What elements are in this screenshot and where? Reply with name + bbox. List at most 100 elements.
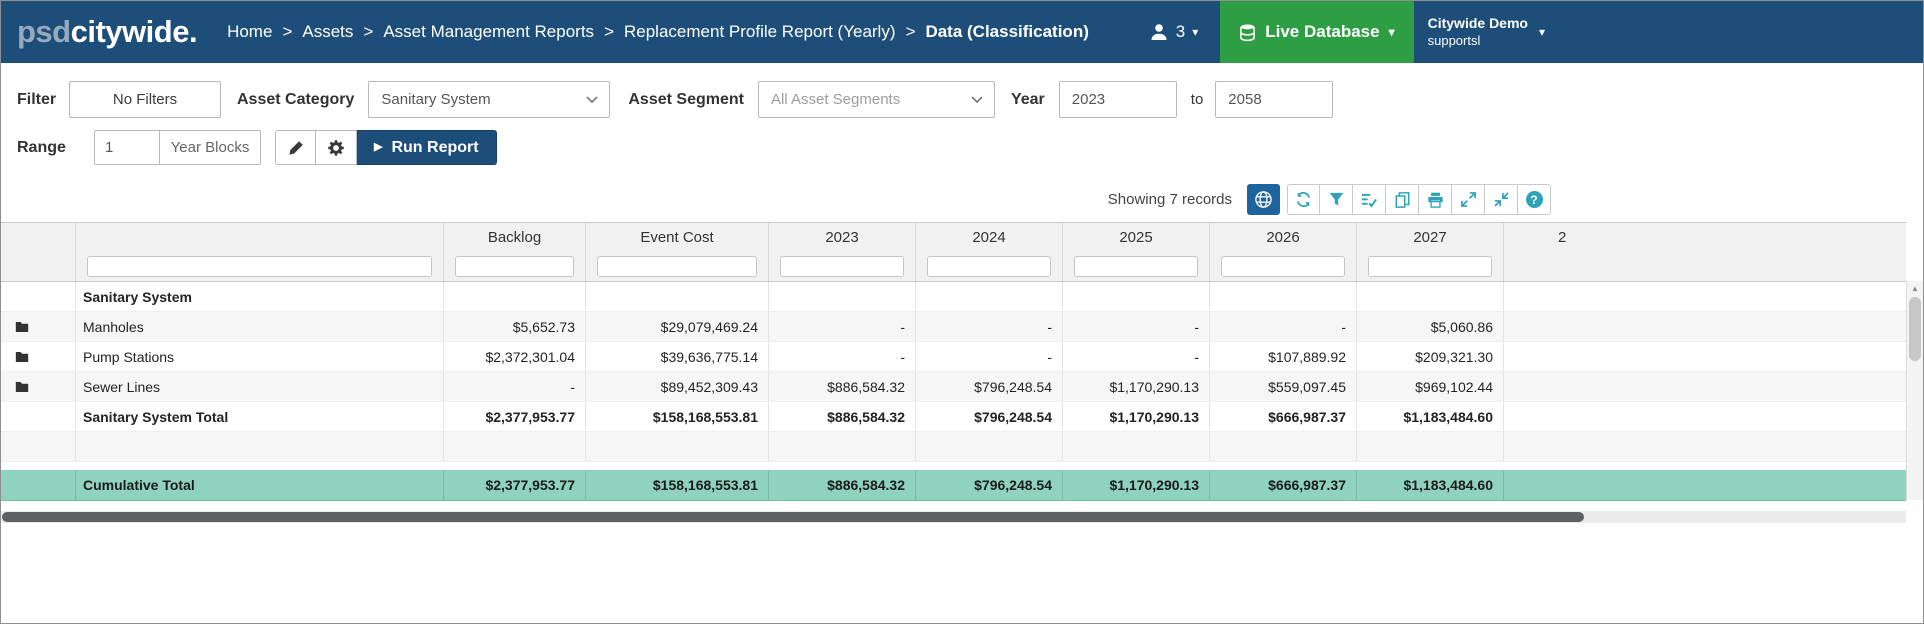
value-cell: $209,321.30 — [1357, 342, 1504, 371]
row-icon-cell — [1, 372, 76, 401]
value-cell: $796,248.54 — [916, 402, 1063, 431]
table-row[interactable] — [1, 432, 1906, 462]
value-cell — [769, 432, 916, 461]
account-username: supportsl — [1428, 33, 1528, 50]
edit-button[interactable] — [275, 130, 316, 165]
column-header-backlog[interactable]: Backlog — [444, 223, 586, 252]
column-filter-input[interactable] — [87, 256, 432, 277]
account-menu[interactable]: Citywide Demo supportsl ▾ — [1414, 1, 1559, 63]
row-icon-cell — [1, 402, 76, 431]
live-database-label: Live Database — [1265, 22, 1379, 42]
asset-segment-select[interactable]: All Asset Segments — [758, 81, 995, 118]
column-filter-input[interactable] — [597, 256, 757, 277]
filter-button[interactable] — [1320, 184, 1353, 215]
value-cell — [586, 282, 769, 311]
breadcrumb-separator: > — [363, 22, 373, 42]
column-check-icon — [1361, 192, 1377, 208]
psd-citywide-logo[interactable]: psd citywide. — [17, 1, 197, 63]
column-filter-input[interactable] — [1074, 256, 1198, 277]
breadcrumb-separator: > — [906, 22, 916, 42]
scroll-up-arrow[interactable]: ▲ — [1907, 281, 1923, 296]
filler-cell — [1504, 470, 1906, 500]
maximize-button[interactable] — [1452, 184, 1485, 215]
app-window: psd citywide. Home > Assets > Asset Manageme… — [0, 0, 1924, 624]
column-header-2023[interactable]: 2023 — [769, 223, 916, 252]
value-cell: $89,452,309.43 — [586, 372, 769, 401]
breadcrumb-item[interactable]: Asset Management Reports — [383, 22, 594, 42]
copy-button[interactable] — [1386, 184, 1419, 215]
asset-name-cell: Cumulative Total — [76, 470, 444, 500]
grid-toolbar: Showing 7 records — [1, 177, 1923, 222]
asset-name-cell: Sanitary System Total — [76, 402, 444, 431]
refresh-button[interactable] — [1287, 184, 1320, 215]
year-to-input[interactable] — [1215, 81, 1333, 118]
table-row[interactable]: Sewer Lines-$89,452,309.43$886,584.32$79… — [1, 372, 1906, 402]
row-icon-cell — [1, 282, 76, 311]
range-input[interactable] — [94, 130, 160, 165]
value-cell: $666,987.37 — [1210, 402, 1357, 431]
database-icon — [1239, 23, 1256, 42]
horizontal-scrollbar-thumb[interactable] — [2, 512, 1584, 522]
row-icon-cell — [1, 470, 76, 500]
asset-category-label: Asset Category — [237, 91, 354, 109]
year-label: Year — [1011, 91, 1045, 109]
value-cell: - — [1210, 312, 1357, 341]
value-cell — [1210, 282, 1357, 311]
value-cell: $39,636,775.14 — [586, 342, 769, 371]
user-menu[interactable]: 3 ▾ — [1127, 1, 1221, 63]
column-header-2026[interactable]: 2026 — [1210, 223, 1357, 252]
vertical-scrollbar-thumb[interactable] — [1909, 297, 1921, 361]
column-header-event-cost[interactable]: Event Cost — [586, 223, 769, 252]
user-icon — [1149, 23, 1169, 41]
play-icon: ▶ — [374, 142, 382, 153]
column-filter-input[interactable] — [455, 256, 574, 277]
column-header-2027[interactable]: 2027 — [1357, 223, 1504, 252]
asset-category-select[interactable]: Sanitary System — [368, 81, 610, 118]
column-filter-input[interactable] — [780, 256, 904, 277]
year-from-input[interactable] — [1059, 81, 1177, 118]
value-cell: $886,584.32 — [769, 470, 916, 500]
filter-cell — [444, 252, 586, 281]
breadcrumb-item[interactable]: Data (Classification) — [925, 22, 1088, 42]
live-database-button[interactable]: Live Database ▾ — [1220, 1, 1413, 63]
table-row[interactable]: Sanitary System — [1, 282, 1906, 312]
globe-button[interactable] — [1247, 184, 1280, 215]
table-row[interactable]: Sanitary System Total$2,377,953.77$158,1… — [1, 402, 1906, 432]
column-header-2025[interactable]: 2025 — [1063, 223, 1210, 252]
column-filter-input[interactable] — [1368, 256, 1492, 277]
filter-cell — [1210, 252, 1357, 281]
table-row[interactable]: Manholes$5,652.73$29,079,469.24----$5,06… — [1, 312, 1906, 342]
column-filter-input[interactable] — [1221, 256, 1345, 277]
year-blocks-addon: Year Blocks — [160, 130, 261, 165]
vertical-scrollbar[interactable]: ▲ — [1906, 281, 1923, 500]
table-row[interactable]: Pump Stations$2,372,301.04$39,636,775.14… — [1, 342, 1906, 372]
column-select-button[interactable] — [1353, 184, 1386, 215]
value-cell — [916, 282, 1063, 311]
column-header-empty[interactable] — [76, 223, 444, 252]
breadcrumb-item[interactable]: Home — [227, 22, 272, 42]
breadcrumb-item[interactable]: Assets — [302, 22, 353, 42]
asset-name-cell: Sewer Lines — [76, 372, 444, 401]
column-header-2024[interactable]: 2024 — [916, 223, 1063, 252]
record-count: Showing 7 records — [1108, 191, 1232, 208]
settings-button[interactable] — [316, 130, 357, 165]
print-button[interactable] — [1419, 184, 1452, 215]
value-cell: $796,248.54 — [916, 372, 1063, 401]
column-header-2[interactable]: 2 — [1504, 223, 1906, 252]
filter-label: Filter — [17, 91, 69, 109]
horizontal-scrollbar[interactable] — [1, 511, 1906, 523]
breadcrumb-item[interactable]: Replacement Profile Report (Yearly) — [624, 22, 896, 42]
no-filters-button[interactable]: No Filters — [69, 81, 221, 118]
filter-cell — [586, 252, 769, 281]
run-report-button[interactable]: ▶ Run Report — [357, 130, 497, 165]
value-cell: $666,987.37 — [1210, 470, 1357, 500]
column-filter-input[interactable] — [927, 256, 1051, 277]
gear-icon — [327, 139, 345, 157]
minimize-button[interactable] — [1485, 184, 1518, 215]
value-cell: $886,584.32 — [769, 402, 916, 431]
table-row[interactable]: Cumulative Total$2,377,953.77$158,168,55… — [1, 470, 1906, 501]
column-header-empty — [1, 223, 76, 252]
value-cell: $969,102.44 — [1357, 372, 1504, 401]
asset-name-cell: Manholes — [76, 312, 444, 341]
help-button[interactable]: ? — [1518, 184, 1551, 215]
